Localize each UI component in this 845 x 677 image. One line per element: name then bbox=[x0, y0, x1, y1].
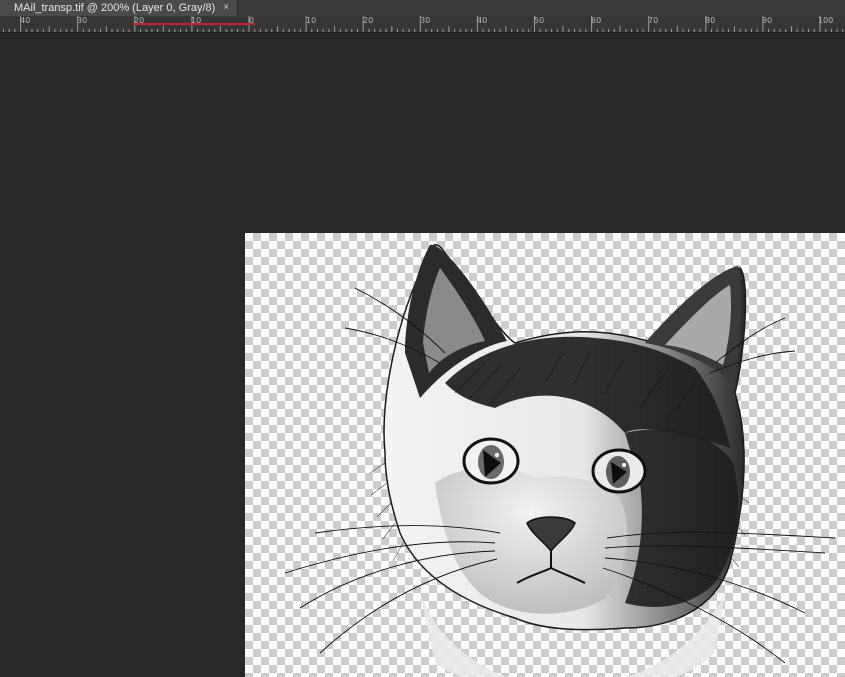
ruler-label: 30 bbox=[77, 16, 88, 25]
document-tab-bar: MAil_transp.tif @ 200% (Layer 0, Gray/8)… bbox=[0, 0, 845, 16]
close-icon[interactable]: × bbox=[223, 0, 229, 16]
ruler-label: 90 bbox=[762, 16, 773, 25]
document-tab-title: MAil_transp.tif @ 200% (Layer 0, Gray/8) bbox=[14, 2, 216, 14]
ruler-label: 100 bbox=[818, 16, 834, 25]
ruler-selection-marker bbox=[133, 23, 255, 25]
ruler-label: 60 bbox=[591, 16, 602, 25]
document-canvas[interactable] bbox=[245, 233, 845, 677]
photoshop-window: MAil_transp.tif @ 200% (Layer 0, Gray/8)… bbox=[0, 0, 845, 677]
ruler-label: 70 bbox=[648, 16, 659, 25]
ruler-label: 10 bbox=[306, 16, 317, 25]
ruler-label: 20 bbox=[363, 16, 374, 25]
ruler-label: 40 bbox=[477, 16, 488, 25]
ruler-label: 30 bbox=[420, 16, 431, 25]
horizontal-ruler[interactable]: 40 30 20 10 0 10 20 30 40 50 60 70 80 90… bbox=[0, 16, 845, 33]
ruler-label: 80 bbox=[705, 16, 716, 25]
ruler-label: 40 bbox=[20, 16, 31, 25]
ruler-label: 50 bbox=[534, 16, 545, 25]
document-tab[interactable]: MAil_transp.tif @ 200% (Layer 0, Gray/8)… bbox=[0, 0, 239, 16]
cat-sketch-image bbox=[284, 244, 836, 677]
canvas-area[interactable] bbox=[0, 33, 845, 677]
